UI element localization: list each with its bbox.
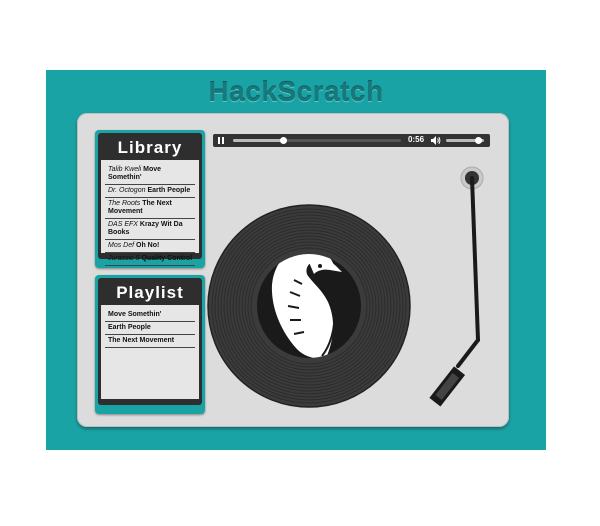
app-title: HackScratch <box>208 76 384 107</box>
library-item[interactable]: DAS EFX Krazy Wit Da Books <box>105 219 195 240</box>
speaker-icon[interactable] <box>431 136 441 145</box>
seek-handle[interactable] <box>280 137 288 144</box>
library-item[interactable]: Mos Def Oh No! <box>105 240 195 253</box>
library-list: Talib Kweli Move Somethin' Dr. Octogon Ea… <box>101 160 199 266</box>
library-item[interactable]: Dr. Octogon Earth People <box>105 185 195 198</box>
library-item-artist: Mos Def <box>108 242 135 249</box>
playlist-item[interactable]: Earth People <box>105 322 195 335</box>
playlist-item[interactable]: Move Somethin' <box>105 309 195 322</box>
seek-progress <box>233 139 284 142</box>
pause-icon[interactable] <box>218 137 225 144</box>
playlist-panel: Playlist Move Somethin' Earth People The N… <box>95 275 205 414</box>
library-item-artist: The Roots <box>108 200 141 207</box>
library-item-track: Earth People <box>147 187 191 194</box>
library-item-track: Oh No! <box>136 242 160 249</box>
library-item-artist: Talib Kweli <box>108 166 142 173</box>
audio-player: 0:56 <box>213 134 490 147</box>
library-item[interactable]: The Roots The Next Movement <box>105 198 195 219</box>
library-item-artist: DAS EFX <box>108 221 138 228</box>
playlist-item-track: Move Somethin' <box>108 311 162 318</box>
library-item-artist: Jurassic 5 <box>108 255 140 262</box>
app-window: HackScratch Library Talib Kweli Move Som… <box>46 70 546 450</box>
vinyl-record[interactable] <box>207 204 411 408</box>
volume-slider[interactable] <box>446 137 484 144</box>
playlist-item[interactable]: The Next Movement <box>105 335 195 348</box>
library-panel: Library Talib Kweli Move Somethin' Dr. Oc… <box>95 130 205 268</box>
library-item-track: Quality Control <box>141 255 193 262</box>
time-display: 0:56 <box>408 135 425 144</box>
library-heading: Library <box>117 138 183 157</box>
playlist-heading: Playlist <box>116 283 184 302</box>
playlist-item-track: Earth People <box>108 324 151 331</box>
library-item[interactable]: Talib Kweli Move Somethin' <box>105 164 195 185</box>
library-item-artist: Dr. Octogon <box>108 187 146 194</box>
library-item[interactable]: Jurassic 5 Quality Control <box>105 253 195 266</box>
playlist-list: Move Somethin' Earth People The Next Movem… <box>101 305 199 399</box>
volume-handle[interactable] <box>475 137 483 144</box>
playlist-item-track: The Next Movement <box>108 337 175 344</box>
seek-bar[interactable] <box>233 137 401 144</box>
